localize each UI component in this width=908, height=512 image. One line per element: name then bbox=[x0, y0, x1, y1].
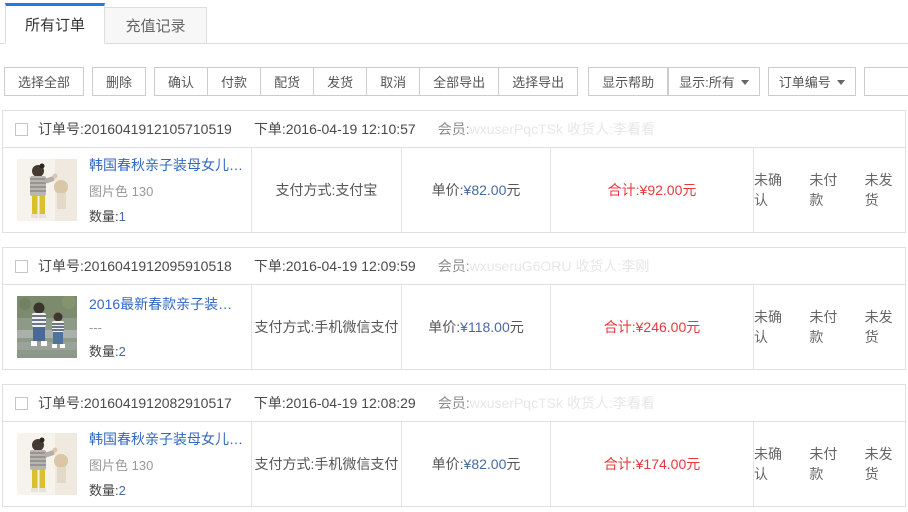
order-number: 订单号:2016041912095910518 bbox=[38, 256, 232, 276]
ship-button[interactable]: 发货 bbox=[313, 67, 367, 96]
order-card: 订单号:2016041912095910518 下单:2016-04-19 12… bbox=[2, 247, 906, 370]
select-all-button[interactable]: 选择全部 bbox=[4, 67, 84, 96]
chevron-down-icon bbox=[741, 80, 749, 85]
order-checkbox[interactable] bbox=[15, 123, 28, 136]
payment-method-cell: 支付方式:手机微信支付 bbox=[251, 422, 401, 506]
payment-method-cell: 支付方式:手机微信支付 bbox=[251, 285, 401, 369]
toolbar-right: 显示:所有 订单编号 bbox=[668, 67, 908, 96]
product-title-link[interactable]: 韩国春秋亲子装母女儿… bbox=[89, 429, 243, 449]
search-type-dropdown[interactable]: 订单编号 bbox=[768, 67, 856, 96]
order-member: 会员:wxuserPqcTSk收货人:李看看 bbox=[438, 119, 655, 139]
status-unshipped: 未发货 bbox=[865, 444, 905, 484]
product-title-link[interactable]: 2016最新春款亲子装破… bbox=[89, 294, 243, 314]
order-body: 韩国春秋亲子装母女儿… 图片色 130 数量:2 支付方式:手机微信支付 单价:… bbox=[3, 422, 905, 506]
order-number: 订单号:2016041912105710519 bbox=[38, 119, 232, 139]
product-image[interactable] bbox=[17, 296, 77, 358]
chevron-down-icon bbox=[837, 80, 845, 85]
allocate-button[interactable]: 配货 bbox=[260, 67, 314, 96]
order-card: 订单号:2016041912105710519 下单:2016-04-19 12… bbox=[2, 110, 906, 233]
product-cell: 韩国春秋亲子装母女儿童… 图片色 130 数量:1 bbox=[3, 148, 251, 232]
status-cell: 未确认 未付款 未发货 bbox=[753, 422, 905, 506]
tab-bar: 所有订单 充值记录 bbox=[0, 0, 908, 44]
product-info: 韩国春秋亲子装母女儿童… 图片色 130 数量:1 bbox=[89, 155, 243, 225]
tab-all-orders[interactable]: 所有订单 bbox=[5, 3, 105, 44]
search-type-label: 订单编号 bbox=[779, 72, 831, 91]
order-management-page: 所有订单 充值记录 选择全部 删除 确认 付款 配货 发货 取消 全部导出 选择… bbox=[0, 0, 908, 512]
unit-price-cell: 单价:¥82.00元 bbox=[401, 148, 550, 232]
display-filter-label: 显示:所有 bbox=[679, 72, 735, 91]
order-placed-time: 下单:2016-04-19 12:08:29 bbox=[254, 393, 416, 413]
order-checkbox[interactable] bbox=[15, 397, 28, 410]
product-variant: --- bbox=[89, 320, 243, 335]
order-placed-time: 下单:2016-04-19 12:10:57 bbox=[254, 119, 416, 139]
show-help-button[interactable]: 显示帮助 bbox=[588, 67, 668, 96]
order-header: 订单号:2016041912095910518 下单:2016-04-19 12… bbox=[3, 248, 905, 285]
product-cell: 韩国春秋亲子装母女儿… 图片色 130 数量:2 bbox=[3, 422, 251, 506]
status-unpaid: 未付款 bbox=[809, 170, 849, 210]
total-price-cell: 合计:¥246.00元 bbox=[550, 285, 753, 369]
product-variant: 图片色 130 bbox=[89, 181, 243, 200]
status-unconfirmed: 未确认 bbox=[754, 307, 794, 347]
export-all-button[interactable]: 全部导出 bbox=[419, 67, 499, 96]
order-checkbox[interactable] bbox=[15, 260, 28, 273]
product-quantity: 数量:2 bbox=[89, 341, 243, 360]
order-member: 会员:wxuseruG6ORU收货人:李刚 bbox=[438, 256, 650, 276]
unit-price-cell: 单价:¥118.00元 bbox=[401, 285, 550, 369]
product-image[interactable] bbox=[17, 433, 77, 495]
display-filter-dropdown[interactable]: 显示:所有 bbox=[668, 67, 760, 96]
order-receiver: 收货人:李看看 bbox=[567, 395, 655, 411]
order-receiver: 收货人:李看看 bbox=[567, 121, 655, 137]
delete-button[interactable]: 删除 bbox=[92, 67, 146, 96]
status-cell: 未确认 未付款 未发货 bbox=[753, 285, 905, 369]
pay-button[interactable]: 付款 bbox=[207, 67, 261, 96]
order-list: 订单号:2016041912105710519 下单:2016-04-19 12… bbox=[0, 110, 908, 507]
status-unconfirmed: 未确认 bbox=[754, 170, 794, 210]
order-card: 订单号:2016041912082910517 下单:2016-04-19 12… bbox=[2, 384, 906, 507]
toolbar: 选择全部 删除 确认 付款 配货 发货 取消 全部导出 选择导出 显示帮助 显示… bbox=[4, 66, 908, 96]
total-price-cell: 合计:¥174.00元 bbox=[550, 422, 753, 506]
order-body: 2016最新春款亲子装破… --- 数量:2 支付方式:手机微信支付 单价:¥1… bbox=[3, 285, 905, 369]
order-search-input[interactable] bbox=[864, 67, 908, 96]
product-cell: 2016最新春款亲子装破… --- 数量:2 bbox=[3, 285, 251, 369]
total-price-cell: 合计:¥92.00元 bbox=[550, 148, 753, 232]
status-cell: 未确认 未付款 未发货 bbox=[753, 148, 905, 232]
product-quantity: 数量:2 bbox=[89, 480, 243, 499]
order-header: 订单号:2016041912082910517 下单:2016-04-19 12… bbox=[3, 385, 905, 422]
payment-method-cell: 支付方式:支付宝 bbox=[251, 148, 401, 232]
product-quantity: 数量:1 bbox=[89, 206, 243, 225]
product-variant: 图片色 130 bbox=[89, 455, 243, 474]
product-info: 2016最新春款亲子装破… --- 数量:2 bbox=[89, 294, 243, 360]
unit-price-cell: 单价:¥82.00元 bbox=[401, 422, 550, 506]
status-unpaid: 未付款 bbox=[809, 444, 849, 484]
order-body: 韩国春秋亲子装母女儿童… 图片色 130 数量:1 支付方式:支付宝 单价:¥8… bbox=[3, 148, 905, 232]
status-unpaid: 未付款 bbox=[809, 307, 849, 347]
product-info: 韩国春秋亲子装母女儿… 图片色 130 数量:2 bbox=[89, 429, 243, 499]
order-placed-time: 下单:2016-04-19 12:09:59 bbox=[254, 256, 416, 276]
product-title-link[interactable]: 韩国春秋亲子装母女儿童… bbox=[89, 155, 243, 175]
export-selected-button[interactable]: 选择导出 bbox=[498, 67, 578, 96]
status-unconfirmed: 未确认 bbox=[754, 444, 794, 484]
cancel-button[interactable]: 取消 bbox=[366, 67, 420, 96]
status-unshipped: 未发货 bbox=[865, 170, 905, 210]
order-member: 会员:wxuserPqcTSk收货人:李看看 bbox=[438, 393, 655, 413]
order-header: 订单号:2016041912105710519 下单:2016-04-19 12… bbox=[3, 111, 905, 148]
status-unshipped: 未发货 bbox=[865, 307, 905, 347]
tab-recharge-records[interactable]: 充值记录 bbox=[104, 7, 207, 43]
product-image[interactable] bbox=[17, 159, 77, 221]
confirm-button[interactable]: 确认 bbox=[154, 67, 208, 96]
order-action-group: 确认 付款 配货 发货 取消 全部导出 选择导出 bbox=[154, 67, 578, 96]
order-receiver: 收货人:李刚 bbox=[576, 258, 650, 274]
order-number: 订单号:2016041912082910517 bbox=[38, 393, 232, 413]
